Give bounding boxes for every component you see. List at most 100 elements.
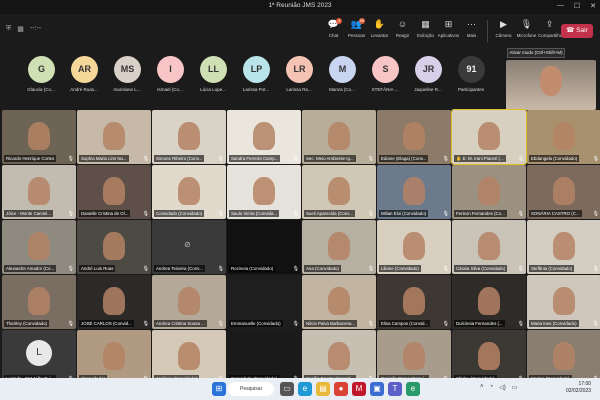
participant-video-tile[interactable]: Nilcia Paiva Barbacena... 🎙 [302,275,376,329]
toolbar-more-button[interactable]: ⋯ Mais [460,18,483,42]
participant-name-text: Ebdangela (Convidado) [531,156,578,161]
participant-avatar[interactable]: JR Jaqueline R... [407,56,450,92]
toolbar-react-button[interactable]: ☺ Reagir [391,18,414,42]
participant-video-tile[interactable]: LLucinda - EM João Gui...🎙 [2,330,76,384]
participant-video-tile[interactable]: Ebdangela (Convidado) 🎙 [527,110,600,164]
participant-video-tile[interactable]: Stefânia (Convidado) 🎙 [527,220,600,274]
mic-muted-icon: 🎙 [67,156,74,162]
chrome-icon[interactable]: ● [334,382,348,396]
participant-avatar[interactable]: 91 Participantes [450,56,493,92]
participant-avatar[interactable]: MS marislane L... [106,56,149,92]
participant-name: André Luis Ruas [79,265,116,272]
participant-video-tile[interactable]: Andrea Cristina Sousa ... 🎙 [152,275,226,329]
toolbar-camera-button[interactable]: ▶ Câmera [492,18,515,42]
toolbar-view-button[interactable]: ▦ Exibição [414,18,437,42]
participant-figure [403,177,425,205]
participant-figure [403,342,425,370]
task-view-icon[interactable]: ▭ [280,382,294,396]
edge-icon[interactable]: e [298,382,312,396]
wifi-icon[interactable]: ◔ [490,384,494,391]
participant-video-tile[interactable]: Milian Eloi (Convidado) 🎙 [377,165,451,219]
participant-video-tile[interactable]: Cecília Fausto (Convid...🎙 [302,330,376,384]
taskbar-search[interactable]: Pesquisar [228,382,274,396]
participant-video-tile[interactable]: Ediane (Elaga) (Conv... 🎙 [377,110,451,164]
participant-video-tile[interactable]: Convidado (Convidado)🎙 [227,330,301,384]
battery-icon[interactable]: ▭ [512,384,518,391]
participant-video-tile[interactable]: Simone Ribeiro (Conv... 🎙 [152,110,226,164]
mcafee-icon[interactable]: M [352,382,366,396]
chevron-up-icon[interactable]: ˄ [480,384,484,391]
participant-video-tile[interactable]: Shirley (Convidado)🎙 [452,330,526,384]
participant-avatar[interactable]: LL Lúcia Lope... [192,56,235,92]
participant-avatar[interactable]: G Glaucia (Co... [20,56,63,92]
participant-video-tile[interactable]: Cássia Silva (Convidado) 🎙 [452,220,526,274]
participant-video-tile[interactable]: André Luis Ruas 🎙 [77,220,151,274]
participant-video-tile[interactable]: Liliane (Convidado) 🎙 [377,220,451,274]
participant-video-tile[interactable]: Elisa Campos (Convid... 🎙 [377,275,451,329]
participant-video-tile[interactable]: Jesilene (Convidado)🎙 [152,330,226,384]
toolbar-chat-button[interactable]: 💬 3 Chat [322,18,345,42]
participant-avatar[interactable]: AR André Ruas... [63,56,106,92]
participant-video-tile[interactable]: Rozineia (Convidado) 🎙 [227,220,301,274]
system-tray[interactable]: ˄ ◔ ◁) ▭ [480,384,517,391]
participant-video-tile[interactable]: JOSÉ CARLOS (Convid... 🎙 [77,275,151,329]
participant-figure [28,232,50,260]
minimize-icon[interactable]: — [557,2,564,10]
taskbar-clock[interactable]: 17:00 02/02/2023 [566,381,591,395]
toolbar-people-button[interactable]: 👥 95 Pessoas [345,18,368,42]
self-view-video[interactable] [506,60,596,110]
teams-icon[interactable]: T [388,382,402,396]
participant-avatar[interactable]: S STEFÂNIA ... [364,56,407,92]
participant-avatar[interactable]: LP Larissa Pot... [235,56,278,92]
participant-video-tile[interactable]: Thaírley (Convidado) 🎙 [2,275,76,329]
participant-avatar[interactable]: LR Larissa Ra... [278,56,321,92]
toolbar-share-button[interactable]: ⇪ Compartilhar [538,18,564,42]
participant-video-tile[interactable]: Alexandre Amador (Co... 🎙 [2,220,76,274]
participant-video-tile[interactable]: Emmanuelle (Convidado) 🎙 [227,275,301,329]
participant-video-tile[interactable]: Ana (Convidado) 🎙 [302,220,376,274]
participant-video-tile[interactable]: Convidado (Convidado)🎙 [152,165,226,219]
participant-video-tile[interactable]: (Convidado)🎙 [77,330,151,384]
participant-name-text: Saulo Vieira (Convida... [231,211,278,216]
windows-start-icon[interactable]: ⊞ [212,382,226,396]
toolbar-microphone-button[interactable]: 🎙 Microfone [515,18,538,42]
participant-video-tile[interactable]: SONÁRIA CASTRO (C... 🎙 [527,165,600,219]
file-explorer-icon[interactable]: ▤ [316,382,330,396]
participant-avatar[interactable]: I Ismael (Co... [149,56,192,92]
participant-name-text: Thaírley (Convidado) [6,321,47,326]
participant-video-tile[interactable]: ⊘ Andrea Teixeira (Conv... 🎙 [152,220,226,274]
grid-icon[interactable]: ▦ [17,25,24,33]
participant-video-tile[interactable]: Danielle Braga (Convi...🎙 [377,330,451,384]
microphone-icon: 🎙 [520,19,533,29]
participant-figure [328,122,350,150]
toolbar-apps-button[interactable]: ⊞ Aplicativos [437,18,460,42]
store-icon[interactable]: ▣ [370,382,384,396]
participant-video-tile[interactable]: Ricardo Henrique Cortes 🎙 [2,110,76,164]
participant-video-tile[interactable]: Dulcineia Fernandes (... 🎙 [452,275,526,329]
shield-icon[interactable]: ⛨ [6,25,11,33]
toolbar-raise-hand-button[interactable]: ✋ Levantar [368,18,391,42]
participant-video-tile[interactable]: Jôice - Monte Camiel... 🎙 [2,165,76,219]
edge-dev-icon[interactable]: e [406,382,420,396]
volume-icon[interactable]: ◁) [499,384,506,391]
camera-off-icon: ⊘ [184,240,191,249]
participant-video-tile[interactable]: Sueli Aparecida (Conv... 🎙 [302,165,376,219]
mic-muted-icon: 🎙 [217,156,224,162]
leave-button[interactable]: ☎ Sair [561,24,593,38]
participant-video-tile[interactable]: ✋ E. M. Irani Piaceri (... 🎙 [451,109,527,165]
participant-video-tile[interactable]: Sophia Maria Lins Nu... 🎙 [77,110,151,164]
participant-avatar[interactable]: M Manza (Co... [321,56,364,92]
participant-video-tile[interactable]: Sandra Ferreira Camp... 🎙 [227,110,301,164]
participant-figure [478,177,500,205]
participant-video-tile[interactable]: Maria Ines (Convidado) 🎙 [527,275,600,329]
participant-figure [553,232,575,260]
participant-video-tile[interactable]: Saulo Vieira (Convida... 🎙 [227,165,301,219]
maximize-icon[interactable]: ☐ [574,2,580,10]
participant-name: Simone Ribeiro (Conv... [154,155,205,162]
participant-video-tile[interactable]: Danielle Cristina de Ol... 🎙 [77,165,151,219]
participant-video-tile[interactable]: Marina (Convidado)🎙 [527,330,600,384]
participant-video-tile[interactable]: Ferison Fernandes (Co... 🎙 [452,165,526,219]
close-icon[interactable]: ✕ [590,2,596,10]
participant-video-tile[interactable]: Sec. Meio Ambiente Ig... 🎙 [302,110,376,164]
participant-figure [478,342,500,370]
